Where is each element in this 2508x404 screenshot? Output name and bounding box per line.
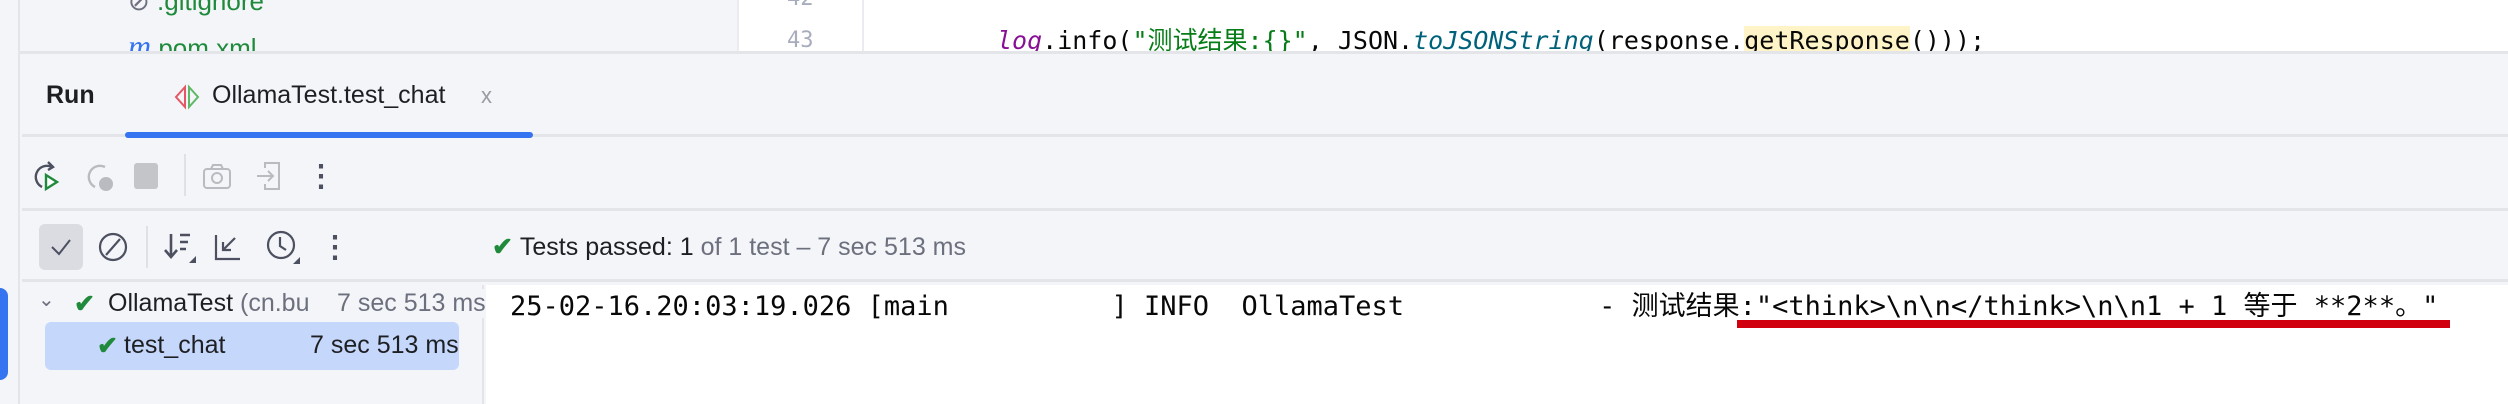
collapse-all-icon[interactable]	[210, 229, 246, 265]
import-icon[interactable]	[252, 158, 288, 194]
chevron-down-icon[interactable]: ⌄	[38, 287, 55, 312]
active-tool-indicator	[0, 288, 8, 380]
stop-icon[interactable]	[128, 158, 164, 194]
annotation-underline	[1737, 320, 2450, 328]
run-tab-bar: Run OllamaTest.test_chat x	[22, 57, 2508, 138]
console-output[interactable]: 25-02-16.20:03:19.026 [main ] INFO Ollam…	[486, 285, 2508, 404]
file-pom[interactable]: m pom.xml	[128, 28, 257, 54]
run-toolbar: ⋮	[22, 140, 2508, 211]
rerun-failed-icon[interactable]	[82, 158, 118, 194]
run-title: Run	[46, 81, 95, 109]
check-icon	[51, 239, 71, 256]
gutter-divider	[862, 0, 864, 51]
camera-icon[interactable]	[199, 158, 235, 194]
test-toolbar: ⋮ ✔ Tests passed: 1 of 1 test – 7 sec 51…	[22, 214, 2508, 282]
tree-item-test-chat[interactable]: ✔ test_chat 7 sec 513 ms	[45, 322, 459, 370]
tab-label: OllamaTest.test_chat	[212, 81, 446, 109]
code-line[interactable]: log.info("测试结果:{}", JSON.toJSONString(re…	[997, 26, 1986, 51]
passed-check-icon: ✔	[97, 332, 118, 360]
gutter-divider	[737, 0, 739, 51]
more-options-icon[interactable]: ⋮	[317, 229, 353, 265]
passed-check-icon: ✔	[492, 233, 520, 261]
more-options-icon[interactable]: ⋮	[303, 158, 339, 194]
test-run-config-icon	[174, 84, 200, 110]
tab-close-button[interactable]: x	[481, 83, 492, 109]
project-tree: ⊘ .gitignore m pom.xml	[20, 0, 737, 54]
maven-icon: m	[128, 28, 152, 54]
history-icon[interactable]	[265, 229, 301, 265]
test-duration: 7 sec 513 ms	[333, 289, 486, 318]
line-number: 43	[787, 28, 814, 53]
test-status: ✔ Tests passed: 1 of 1 test – 7 sec 513 …	[492, 233, 966, 261]
gitignore-icon: ⊘	[128, 0, 158, 16]
show-passed-toggle[interactable]	[39, 224, 83, 270]
editor-area: ⊘ .gitignore m pom.xml 42 43 log.info("测…	[20, 0, 2508, 54]
active-tab-underline	[125, 132, 533, 138]
console-line: 25-02-16.20:03:19.026 [main ] INFO Ollam…	[510, 291, 2439, 322]
tree-item-ollamatest[interactable]: ⌄ ✔ OllamaTest (cn.bu 7 sec 513 ms	[38, 285, 486, 321]
test-duration: 7 sec 513 ms	[310, 331, 459, 359]
rerun-icon[interactable]	[29, 158, 65, 194]
sort-icon[interactable]	[162, 229, 198, 265]
toolbar-separator	[146, 226, 148, 268]
toolbar-separator	[184, 154, 186, 196]
show-ignored-icon[interactable]	[95, 229, 131, 265]
file-gitignore[interactable]: ⊘ .gitignore	[128, 0, 264, 17]
test-tree: ⌄ ✔ OllamaTest (cn.bu 7 sec 513 ms ✔ tes…	[22, 285, 486, 404]
line-number: 42	[787, 0, 814, 11]
tab-ollamatest-test-chat[interactable]: OllamaTest.test_chat x	[125, 57, 533, 137]
passed-check-icon: ✔	[74, 290, 95, 318]
